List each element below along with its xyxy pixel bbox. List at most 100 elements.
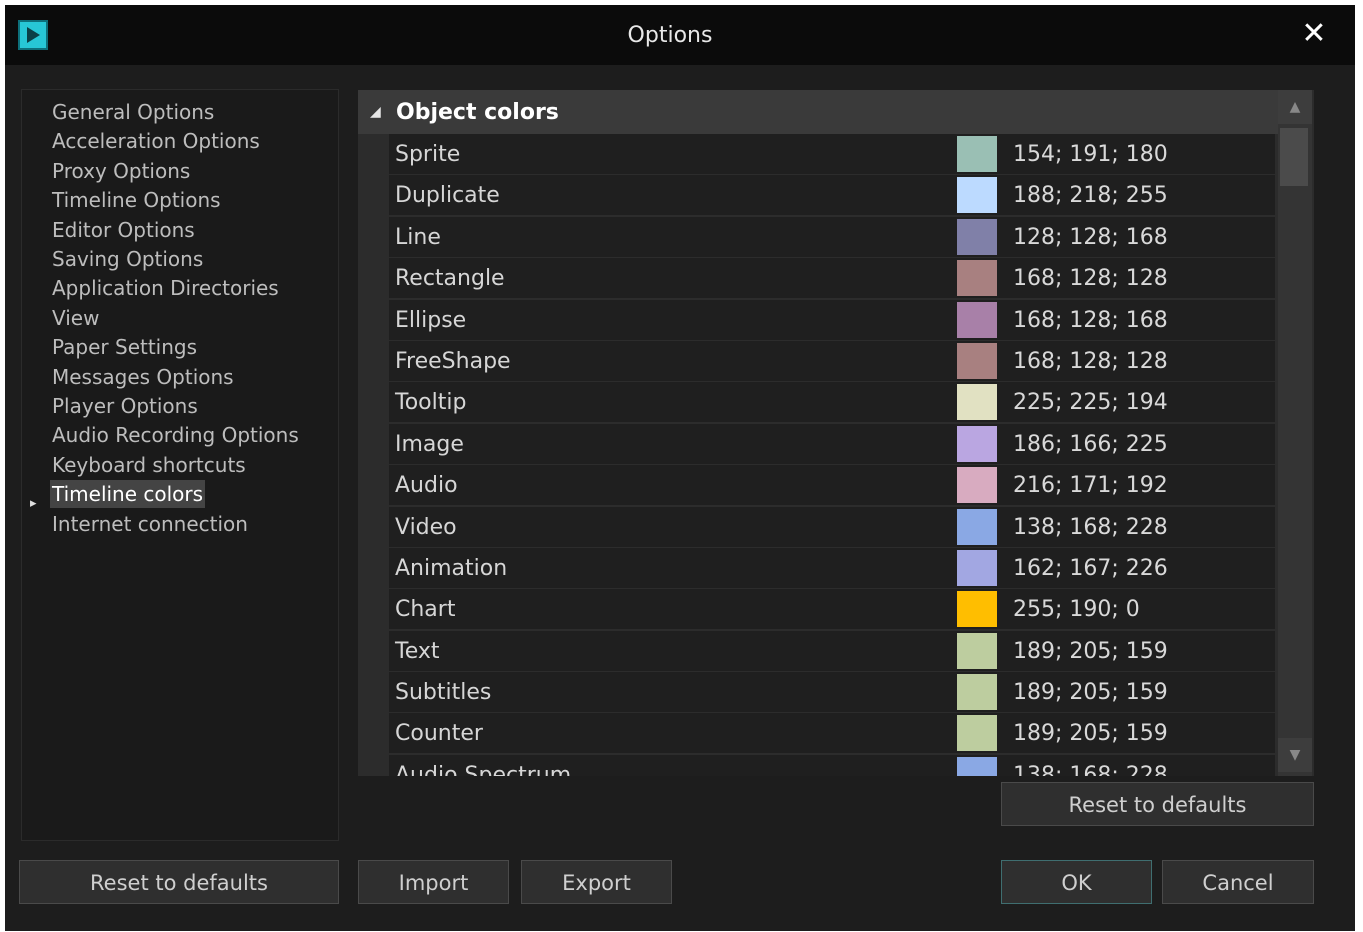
color-swatch[interactable] [957, 508, 997, 545]
color-row[interactable]: Tooltip 225; 225; 194 [389, 382, 1275, 424]
color-row-name: Audio Spectrum [395, 762, 572, 776]
color-row-value[interactable]: 128; 128; 168 [1013, 217, 1168, 259]
color-row-name: Line [395, 224, 441, 250]
color-row[interactable]: Animation 162; 167; 226 [389, 547, 1275, 590]
sidebar-item-messages-options[interactable]: Messages Options [50, 363, 236, 391]
color-row[interactable]: Duplicate 188; 218; 255 [389, 175, 1275, 217]
color-row-name: Audio [395, 473, 458, 499]
color-row[interactable]: Rectangle 168; 128; 128 [389, 258, 1275, 300]
color-row-value[interactable]: 138; 168; 228 [1013, 507, 1168, 549]
color-swatch[interactable] [957, 632, 997, 669]
sidebar-item-editor-options[interactable]: Editor Options [50, 216, 197, 244]
color-row-name: Counter [395, 721, 483, 747]
color-row-value[interactable]: 154; 191; 180 [1013, 134, 1168, 176]
color-swatch[interactable] [957, 218, 997, 255]
ok-button[interactable]: OK [1001, 860, 1152, 904]
color-row-value[interactable]: 138; 168; 228 [1013, 755, 1168, 776]
color-row-value[interactable]: 168; 128; 168 [1013, 300, 1168, 342]
sidebar-item-general-options[interactable]: General Options [50, 98, 216, 126]
sidebar-item-saving-options[interactable]: Saving Options [50, 245, 205, 273]
color-row-name: Image [395, 431, 464, 457]
color-row-name: Duplicate [395, 183, 500, 209]
dialog-title: Options [627, 23, 713, 48]
vertical-scrollbar[interactable]: ▲ ▼ [1278, 90, 1312, 776]
collapse-arrow-icon[interactable]: ◢ [370, 90, 381, 134]
color-swatch[interactable] [957, 425, 997, 462]
color-row[interactable]: Counter 189; 205; 159 [389, 713, 1275, 755]
color-row-value[interactable]: 168; 128; 128 [1013, 341, 1168, 383]
color-row-name: FreeShape [395, 348, 511, 374]
title-bar[interactable]: Options ✕ [5, 5, 1355, 65]
scroll-up-icon[interactable]: ▲ [1278, 90, 1312, 124]
options-category-list: ▸ General Options Acceleration Options Pro… [21, 89, 339, 841]
panel-reset-defaults-button[interactable]: Reset to defaults [1001, 782, 1314, 826]
color-row-name: Rectangle [395, 266, 505, 292]
color-row[interactable]: Text 189; 205; 159 [389, 630, 1275, 673]
color-row-value[interactable]: 255; 190; 0 [1013, 589, 1140, 631]
color-row[interactable]: Audio Spectrum 138; 168; 228 [389, 754, 1275, 776]
scroll-down-icon[interactable]: ▼ [1278, 738, 1312, 772]
import-button[interactable]: Import [358, 860, 509, 904]
color-row-value[interactable]: 189; 205; 159 [1013, 713, 1168, 755]
color-row[interactable]: Video 138; 168; 228 [389, 506, 1275, 549]
color-row-value[interactable]: 189; 205; 159 [1013, 672, 1168, 714]
sidebar-item-paper-settings[interactable]: Paper Settings [50, 333, 199, 361]
color-row[interactable]: Chart 255; 190; 0 [389, 589, 1275, 631]
color-swatch[interactable] [957, 674, 997, 711]
group-header-object-colors[interactable]: ◢ Object colors [358, 90, 1278, 134]
color-row-name: Sprite [395, 142, 461, 167]
color-swatch[interactable] [957, 756, 997, 776]
sidebar-item-keyboard-shortcuts[interactable]: Keyboard shortcuts [50, 451, 248, 479]
sidebar-item-proxy-options[interactable]: Proxy Options [50, 157, 192, 185]
color-row[interactable]: Sprite 154; 191; 180 [389, 134, 1275, 174]
sidebar-item-acceleration-options[interactable]: Acceleration Options [50, 127, 262, 155]
color-row-name: Subtitles [395, 680, 492, 706]
color-row-value[interactable]: 225; 225; 194 [1013, 382, 1168, 424]
color-swatch[interactable] [957, 384, 997, 421]
color-row[interactable]: Subtitles 189; 205; 159 [389, 672, 1275, 714]
group-title: Object colors [396, 100, 559, 125]
color-row-name: Animation [395, 555, 508, 581]
color-row[interactable]: Ellipse 168; 128; 168 [389, 299, 1275, 342]
color-row-name: Tooltip [395, 390, 467, 416]
color-row-value[interactable]: 188; 218; 255 [1013, 175, 1168, 217]
sidebar-reset-defaults-button[interactable]: Reset to defaults [19, 860, 339, 904]
color-row[interactable]: FreeShape 168; 128; 128 [389, 340, 1275, 383]
color-swatch[interactable] [957, 136, 997, 172]
color-row[interactable]: Line 128; 128; 168 [389, 216, 1275, 259]
color-row-value[interactable]: 168; 128; 128 [1013, 258, 1168, 300]
sidebar-item-player-options[interactable]: Player Options [50, 392, 200, 420]
color-swatch[interactable] [957, 591, 997, 628]
color-row-name: Text [395, 638, 440, 664]
sidebar-item-internet-connection[interactable]: Internet connection [50, 510, 250, 538]
color-row-value[interactable]: 216; 171; 192 [1013, 465, 1168, 507]
color-swatch[interactable] [957, 715, 997, 752]
color-swatch[interactable] [957, 467, 997, 504]
color-row-name: Chart [395, 597, 456, 623]
color-swatch[interactable] [957, 301, 997, 338]
object-colors-panel: ◢ Object colors Sprite 154; 191; 180 Dupli… [358, 90, 1314, 776]
color-row-value[interactable]: 186; 166; 225 [1013, 424, 1168, 466]
sidebar-item-application-directories[interactable]: Application Directories [50, 274, 281, 302]
color-row-value[interactable]: 162; 167; 226 [1013, 548, 1168, 590]
color-row-value[interactable]: 189; 205; 159 [1013, 631, 1168, 673]
color-swatch[interactable] [957, 549, 997, 586]
color-rows: Sprite 154; 191; 180 Duplicate 188; 218; 25… [389, 134, 1275, 776]
color-swatch[interactable] [957, 177, 997, 214]
color-row[interactable]: Audio 216; 171; 192 [389, 465, 1275, 507]
export-button[interactable]: Export [521, 860, 672, 904]
color-swatch[interactable] [957, 260, 997, 297]
color-swatch[interactable] [957, 342, 997, 379]
sidebar-item-audio-recording-options[interactable]: Audio Recording Options [50, 421, 301, 449]
cancel-button[interactable]: Cancel [1162, 860, 1314, 904]
color-row-name: Video [395, 514, 457, 540]
color-row-name: Ellipse [395, 307, 467, 333]
options-dialog: Options ✕ ▸ General Options Acceleration … [5, 5, 1355, 931]
scroll-thumb[interactable] [1280, 128, 1308, 186]
sidebar-item-view[interactable]: View [50, 304, 101, 332]
sidebar-item-timeline-colors[interactable]: Timeline colors [50, 480, 206, 509]
selected-marker-icon: ▸ [30, 496, 37, 511]
close-icon[interactable]: ✕ [1299, 19, 1329, 49]
color-row[interactable]: Image 186; 166; 225 [389, 423, 1275, 466]
sidebar-item-timeline-options[interactable]: Timeline Options [50, 186, 223, 214]
